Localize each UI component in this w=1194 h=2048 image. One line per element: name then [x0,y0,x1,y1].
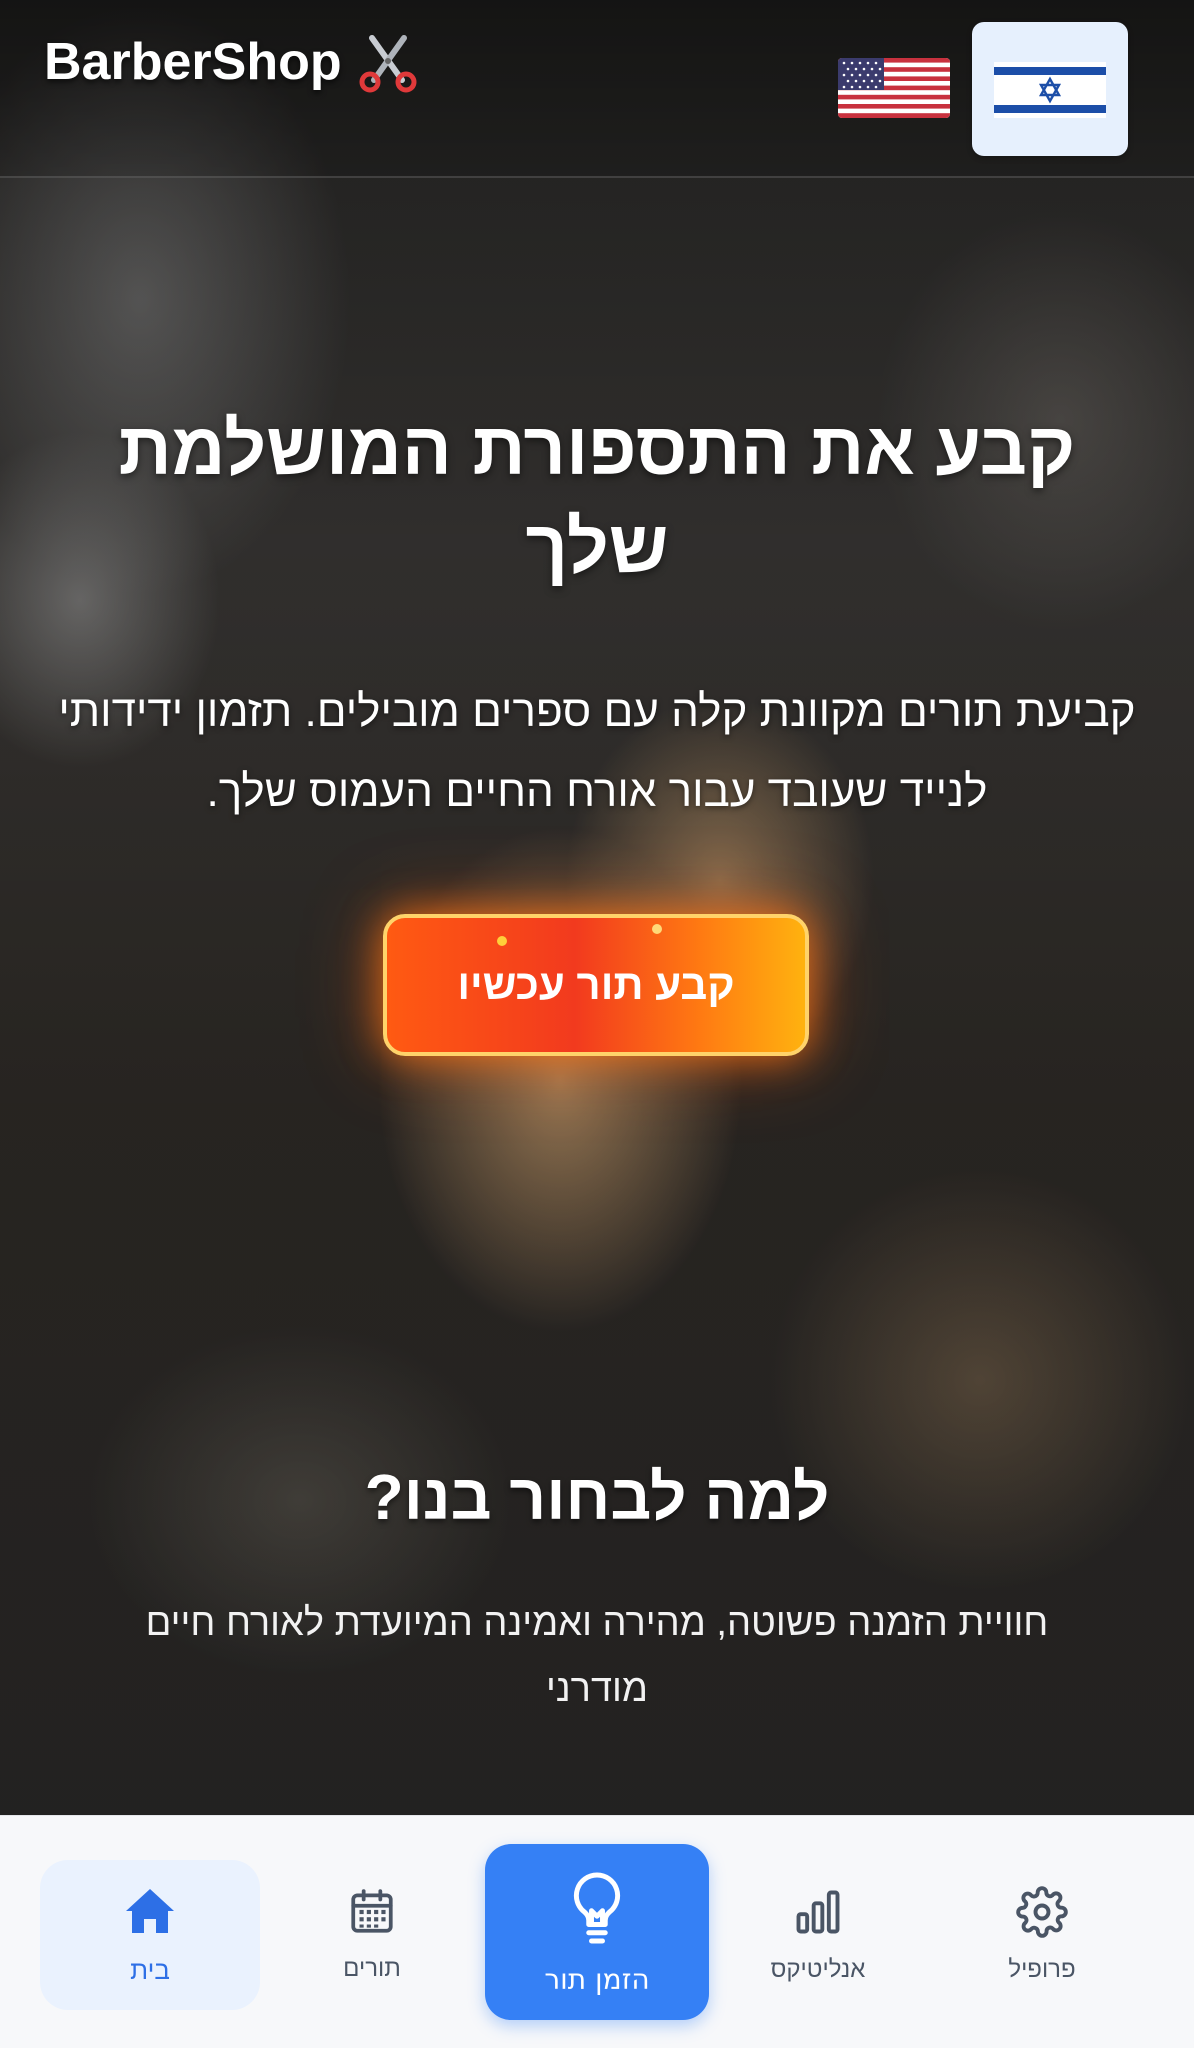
calendar-icon [347,1887,397,1941]
nav-item-home[interactable]: בית [40,1860,260,2010]
book-now-label: קבע תור עכשיו [457,961,735,1008]
why-us-title: למה לבחור בנו? [364,1461,830,1533]
israel-flag-icon [994,62,1106,118]
scissors-icon [356,30,420,94]
brand-logo[interactable]: BarberShop [44,30,420,94]
lightbulb-icon [564,1869,630,1951]
nav-item-profile[interactable]: פרופיל [932,1860,1152,2010]
nav-item-analytics[interactable]: אנליטיקס [708,1860,928,2010]
hero-background-image [0,0,1194,1815]
bottom-nav: פרופיל אנליטיקס הזמן תור תורים בית [0,1815,1194,2048]
nav-label-book-appointment: הזמן תור [544,1962,650,1996]
nav-item-book-appointment[interactable]: הזמן תור [485,1844,709,2020]
book-now-button[interactable]: קבע תור עכשיו [383,914,809,1056]
nav-label-profile: פרופיל [1008,1956,1076,1983]
brand-name: BarberShop [44,33,342,91]
bar-chart-icon [792,1886,844,1942]
why-us-subtitle: חוויית הזמנה פשוטה, מהירה ואמינה המיועדת… [145,1602,1049,1710]
nav-label-home: בית [130,1954,170,1985]
sparkle-dot [497,936,507,946]
hero-title: קבע את התספורת המושלמת שלך [118,407,1076,588]
home-icon [122,1885,178,1941]
hero-subtitle: קביעת תורים מקוונת קלה עם ספרים מובילים.… [58,687,1136,816]
us-flag-icon[interactable] [838,58,950,118]
top-header: BarberShop [0,0,1194,178]
sparkle-dot [652,924,662,934]
gear-icon [1016,1886,1068,1942]
nav-item-appointments[interactable]: תורים [262,1860,482,2010]
language-selected-box[interactable] [972,22,1128,156]
nav-label-appointments: תורים [343,1955,401,1982]
nav-label-analytics: אנליטיקס [770,1956,866,1983]
